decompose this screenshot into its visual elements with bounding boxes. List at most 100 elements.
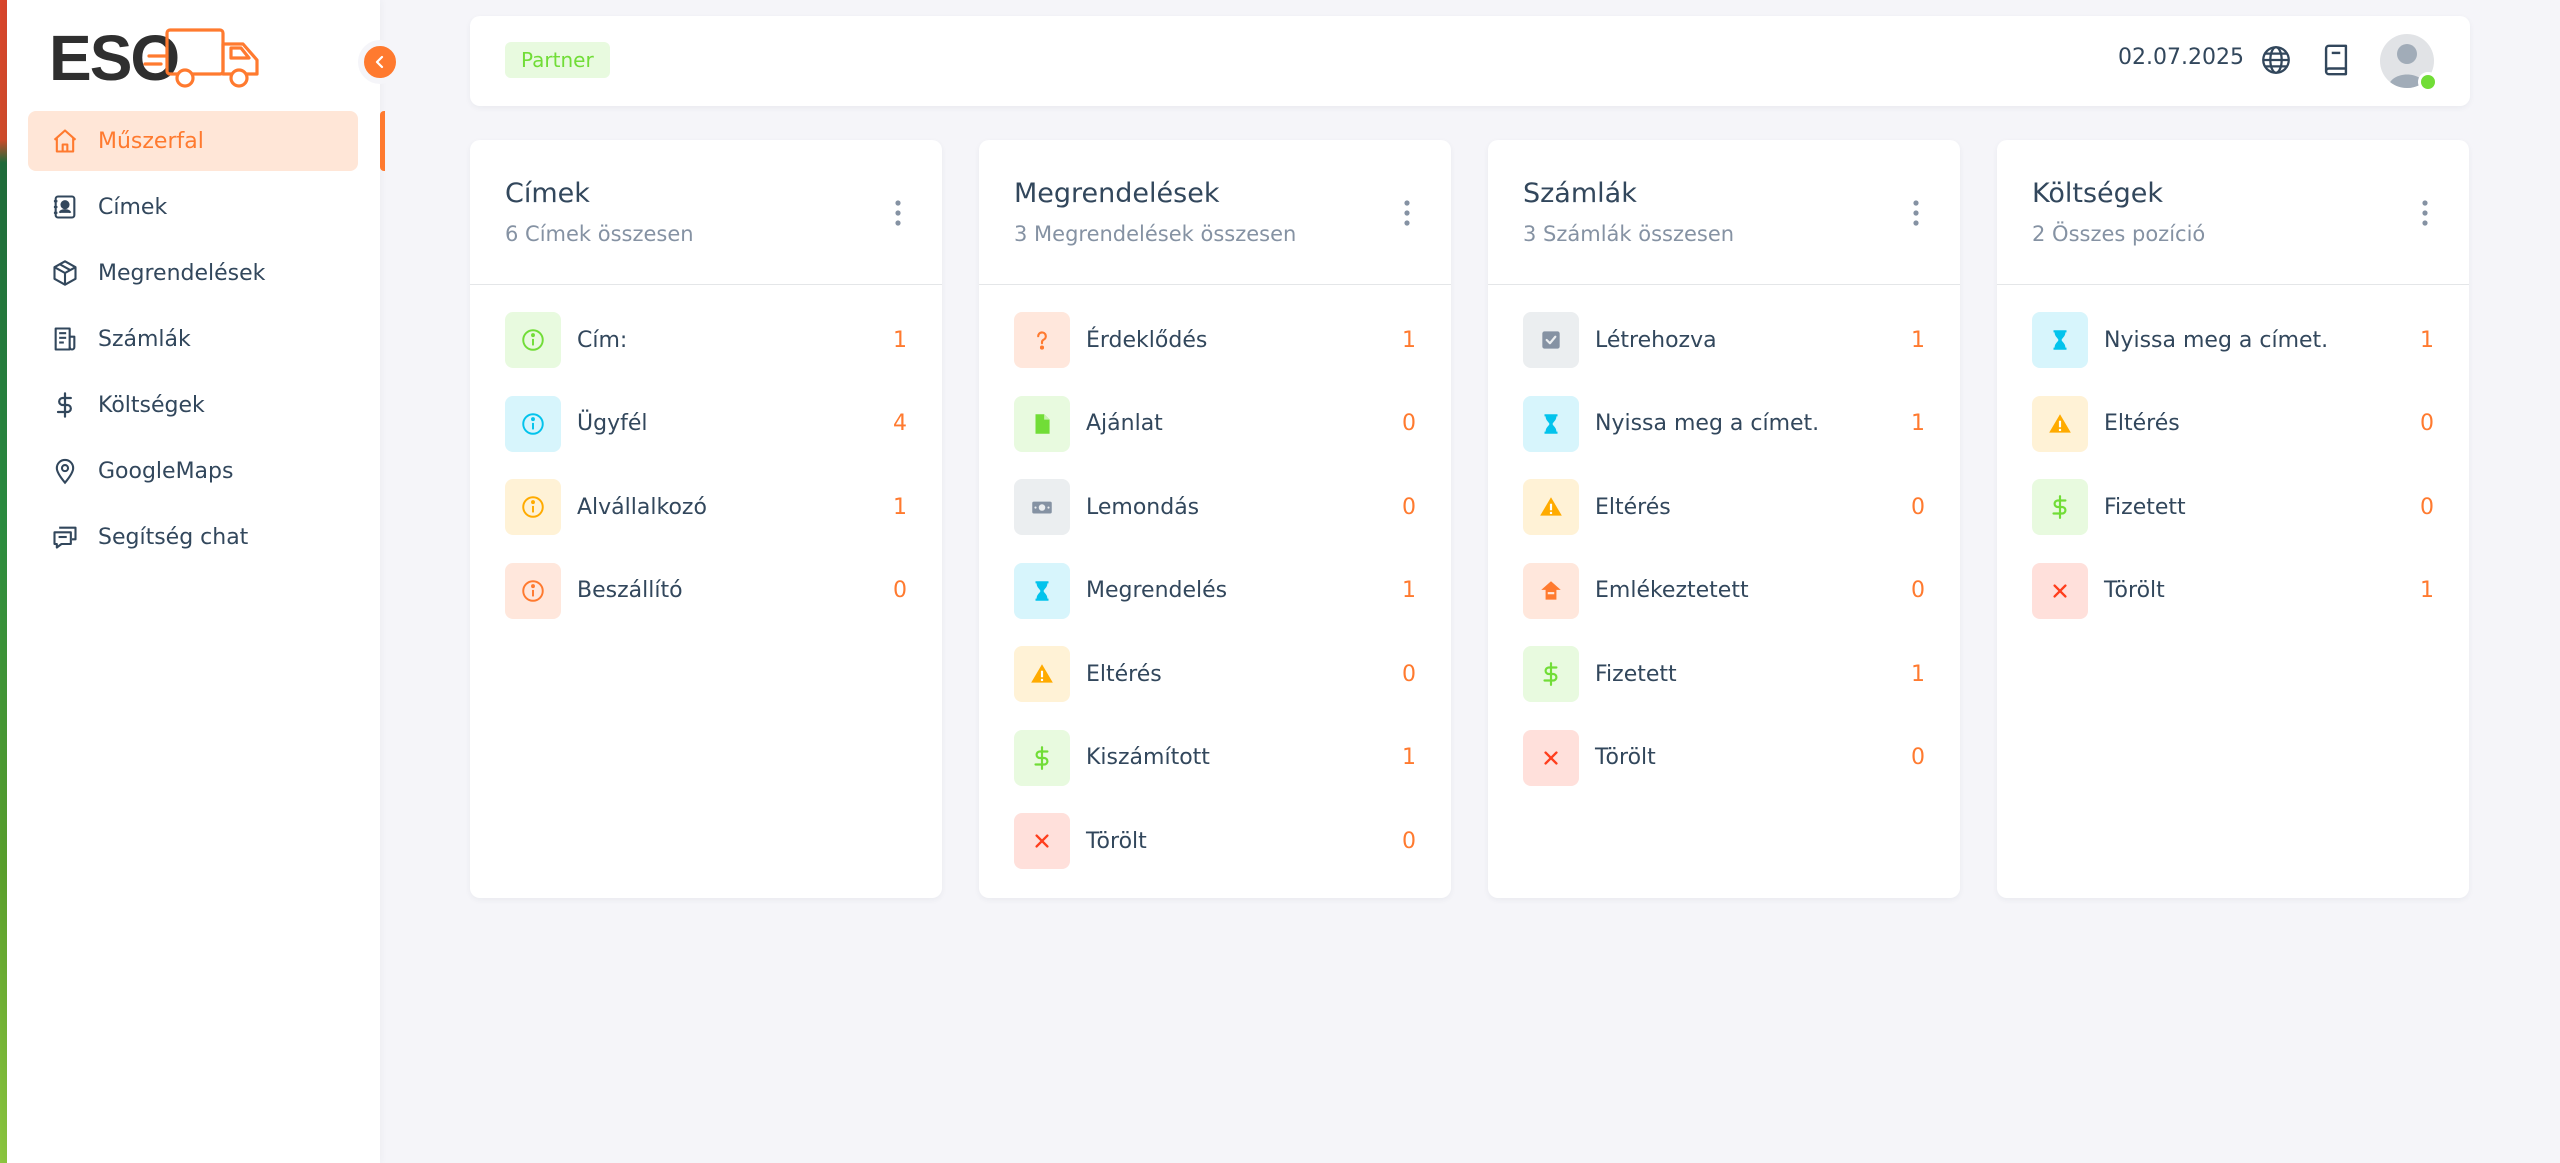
list-item[interactable]: Fizetett 1	[1523, 646, 1925, 702]
list-item[interactable]: Alvállalkozó 1	[505, 479, 907, 535]
list-item[interactable]: Fizetett 0	[2032, 479, 2434, 535]
sidebar-item-googlemaps[interactable]: GoogleMaps	[28, 441, 358, 501]
row-count: 0	[1911, 745, 1925, 770]
top-navbar: Partner 02.07.2025	[470, 16, 2470, 106]
hourglass-icon	[2032, 312, 2088, 368]
sidebar-item-cimek[interactable]: Címek	[28, 177, 358, 237]
row-label: Nyissa meg a címet.	[1595, 411, 1820, 436]
sidebar-collapse-button[interactable]	[358, 40, 402, 84]
row-label: Ügyfél	[577, 411, 648, 436]
warning-icon	[2032, 395, 2088, 452]
row-label: Nyissa meg a címet.	[2104, 327, 2329, 353]
more-options-icon[interactable]	[2415, 198, 2435, 228]
more-options-icon[interactable]	[888, 198, 908, 228]
list-item[interactable]: Törölt 1	[2032, 562, 2434, 619]
row-label: Alvállalkozó	[577, 494, 707, 520]
list-item[interactable]: Cím: 1	[505, 312, 907, 368]
list-item[interactable]: Létrehozva 1	[1523, 312, 1925, 368]
package-icon	[50, 258, 80, 288]
contact-book-icon	[50, 192, 80, 222]
chevron-left-icon	[375, 55, 384, 69]
sidebar: ESO Műszerfal Címek Megrendelések Számlá…	[7, 0, 385, 1163]
row-count: 1	[1911, 411, 1925, 436]
sidebar-item-label: Megrendelések	[98, 260, 266, 286]
list-item[interactable]: Nyissa meg a címet. 1	[1523, 395, 1925, 452]
card-header: Címek 6 Címek összesen	[470, 140, 942, 285]
card-title: Megrendelések	[1014, 178, 1220, 209]
card-megrendelesek: Megrendelések 3 Megrendelések összesen É…	[979, 140, 1451, 898]
row-label: Fizetett	[1595, 661, 1677, 687]
list-item[interactable]: Emlékeztetett 0	[1523, 562, 1925, 619]
sidebar-item-koltsegek[interactable]: Költségek	[28, 375, 358, 435]
sidebar-item-label: Segítség chat	[98, 524, 249, 550]
checkbox-icon	[1523, 312, 1579, 368]
sidebar-item-segitseg-chat[interactable]: Segítség chat	[28, 507, 358, 567]
row-count: 4	[893, 411, 907, 436]
hourglass-icon	[1014, 562, 1070, 619]
chat-icon	[50, 522, 80, 552]
more-options-icon[interactable]	[1397, 198, 1417, 228]
warning-icon	[1014, 646, 1070, 702]
close-icon	[1014, 813, 1070, 869]
sidebar-item-megrendelesek[interactable]: Megrendelések	[28, 243, 358, 303]
sidebar-item-szamlak[interactable]: Számlák	[28, 309, 358, 369]
info-circle-icon	[505, 479, 561, 535]
row-count: 0	[1911, 578, 1925, 603]
dollar-icon	[2032, 479, 2088, 535]
row-label: Lemondás	[1086, 494, 1200, 520]
invoice-icon	[50, 324, 80, 354]
dollar-icon	[1014, 729, 1070, 786]
list-item[interactable]: Beszállító 0	[505, 562, 907, 619]
book-icon[interactable]	[2319, 43, 2353, 77]
sidebar-item-label: Számlák	[98, 326, 191, 352]
sidebar-item-label: Műszerfal	[98, 128, 204, 154]
row-label: Törölt	[1086, 828, 1147, 854]
active-indicator	[380, 111, 385, 171]
list-item[interactable]: Eltérés 0	[1523, 479, 1925, 535]
row-count: 0	[1402, 828, 1416, 854]
card-subtitle: 6 Címek összesen	[505, 222, 694, 246]
brand-logo[interactable]: ESO	[49, 22, 269, 94]
list-item[interactable]: Kiszámított 1	[1014, 729, 1416, 786]
list-item[interactable]: Ügyfél 4	[505, 395, 907, 452]
money-icon	[1014, 479, 1070, 535]
list-item[interactable]: Megrendelés 1	[1014, 562, 1416, 619]
reminder-icon	[1523, 562, 1579, 619]
sidebar-item-muszerfal[interactable]: Műszerfal	[28, 111, 358, 171]
card-koltsegek: Költségek 2 Összes pozíció Nyissa meg a …	[1997, 140, 2469, 898]
info-circle-icon	[505, 562, 561, 619]
row-label: Eltérés	[1595, 494, 1671, 520]
list-item[interactable]: Lemondás 0	[1014, 479, 1416, 535]
card-subtitle: 2 Összes pozíció	[2032, 222, 2206, 246]
row-count: 0	[1402, 494, 1416, 520]
file-icon	[1014, 395, 1070, 452]
globe-icon[interactable]	[2259, 43, 2293, 77]
info-circle-icon	[505, 312, 561, 368]
list-item[interactable]: Törölt 0	[1523, 729, 1925, 786]
row-count: 1	[1402, 745, 1416, 770]
row-count: 1	[2420, 578, 2434, 603]
card-title: Számlák	[1523, 178, 1637, 209]
row-label: Kiszámított	[1086, 745, 1210, 770]
list-item[interactable]: Nyissa meg a címet. 1	[2032, 312, 2434, 368]
row-count: 1	[1911, 661, 1925, 687]
row-label: Fizetett	[2104, 494, 2186, 520]
list-item[interactable]: Érdeklődés 1	[1014, 312, 1416, 368]
list-item[interactable]: Eltérés 0	[1014, 646, 1416, 702]
row-count: 1	[1402, 578, 1416, 603]
list-item[interactable]: Eltérés 0	[2032, 395, 2434, 452]
row-count: 1	[1911, 327, 1925, 353]
status-list: Cím: 1 Ügyfél 4 Alvállalkozó 1 Beszállít…	[505, 312, 907, 646]
row-label: Törölt	[2104, 578, 2165, 603]
row-label: Eltérés	[1086, 661, 1162, 687]
list-item[interactable]: Törölt 0	[1014, 813, 1416, 869]
more-options-icon[interactable]	[1906, 198, 1926, 228]
list-item[interactable]: Ajánlat 0	[1014, 395, 1416, 452]
row-label: Eltérés	[2104, 411, 2180, 436]
row-count: 0	[1402, 411, 1416, 436]
partner-badge: Partner	[505, 42, 610, 78]
online-status-dot	[2418, 72, 2438, 92]
card-title: Címek	[505, 178, 590, 209]
sidebar-item-label: GoogleMaps	[98, 458, 234, 484]
row-label: Cím:	[577, 327, 628, 353]
